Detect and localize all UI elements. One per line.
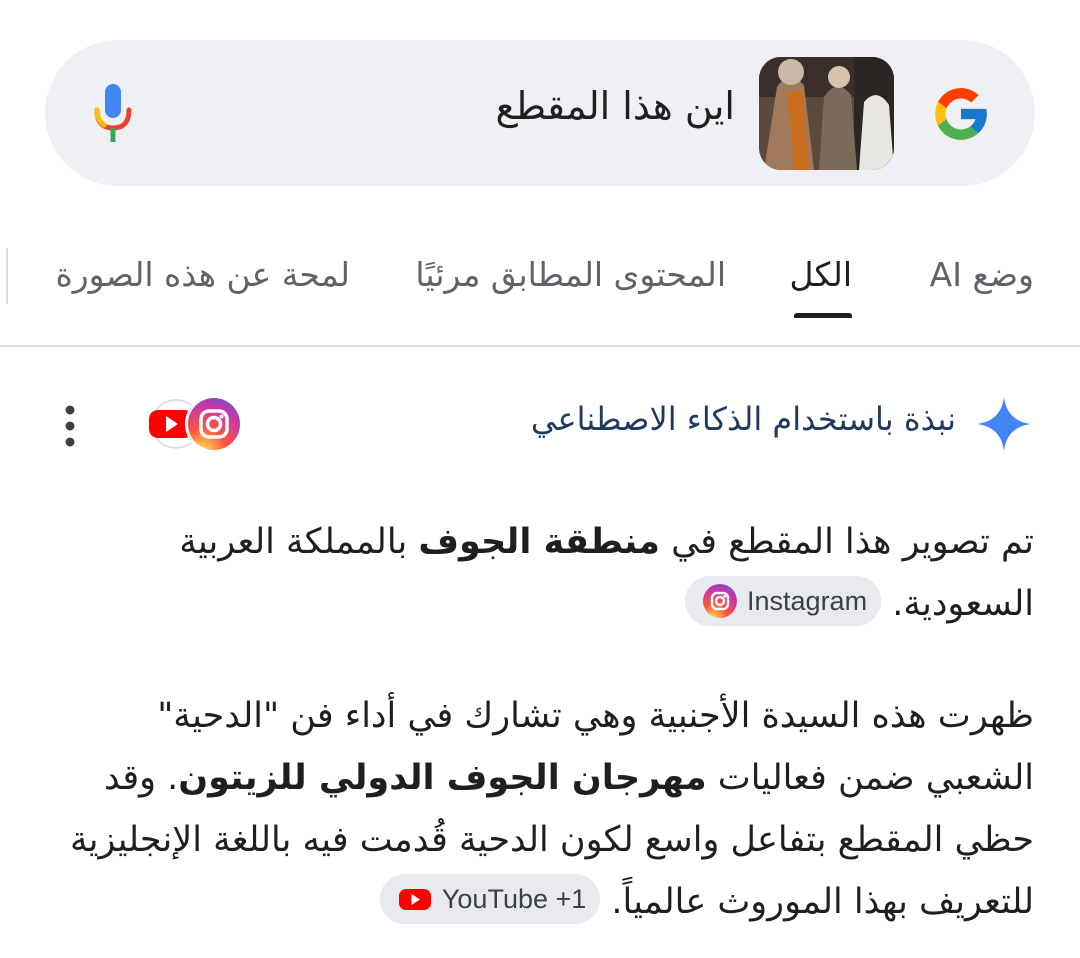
source-chip-label: Instagram <box>747 586 868 616</box>
more-options-icon[interactable] <box>60 404 80 448</box>
text-segment: تم تصوير هذا المقطع في <box>659 522 1034 562</box>
sparkle-icon <box>977 397 1031 451</box>
overview-paragraph-1: تم تصوير هذا المقطع في منطقة الجوف بالمم… <box>49 511 1034 635</box>
instagram-icon <box>703 584 738 618</box>
google-logo[interactable] <box>930 83 992 145</box>
search-query[interactable]: اين هذا المقطع <box>496 84 736 128</box>
bold-festival: مهرجان الجوف الدولي للزيتون <box>178 758 707 798</box>
tab-visual-matches[interactable]: المحتوى المطابق مرئيًا <box>415 255 726 294</box>
source-chip-youtube[interactable]: YouTube +1 <box>379 874 601 924</box>
tab-all[interactable]: الكل <box>790 255 852 294</box>
tabs-divider <box>0 345 1080 347</box>
source-chip-label: YouTube +1 <box>441 884 587 914</box>
microphone-icon[interactable] <box>92 84 134 144</box>
ai-overview-title: نبذة باستخدام الذكاء الاصطناعي <box>530 400 956 438</box>
tab-ai-mode[interactable]: وضع AI <box>930 255 1034 294</box>
active-tab-indicator <box>794 313 852 318</box>
image-thumbnail[interactable] <box>759 57 894 170</box>
bold-location: منطقة الجوف <box>418 522 660 562</box>
youtube-icon <box>398 889 431 910</box>
source-chip-instagram[interactable]: Instagram <box>685 576 882 626</box>
tab-about-image[interactable]: لمحة عن هذه الصورة <box>55 255 350 294</box>
overview-paragraph-2: ظهرت هذه السيدة الأجنبية وهي تشارك في أد… <box>49 685 1034 933</box>
source-icons[interactable] <box>146 394 246 454</box>
tabs-scroll-edge <box>6 248 8 304</box>
instagram-icon <box>185 395 243 453</box>
